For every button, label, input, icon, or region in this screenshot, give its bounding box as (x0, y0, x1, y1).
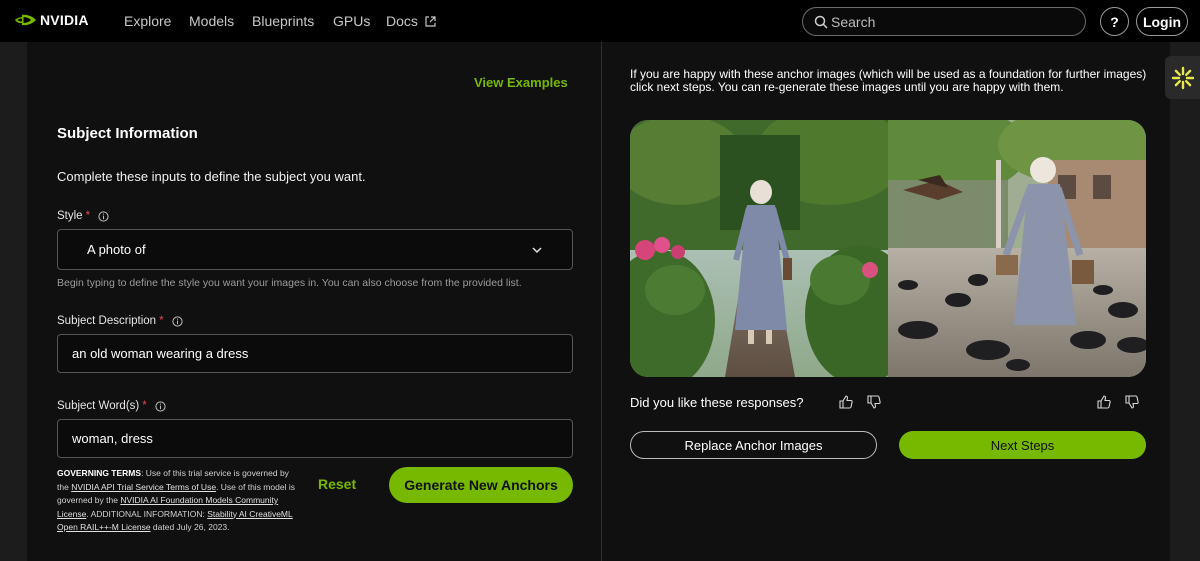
thumbs-down-icon[interactable] (1125, 395, 1139, 409)
plaza-birds-illustration (888, 120, 1146, 377)
search-input[interactable] (831, 13, 1071, 31)
nav-link-docs[interactable]: Docs (386, 13, 436, 29)
logo-text: NVIDIA (40, 12, 89, 28)
right-gutter (1170, 42, 1200, 561)
anchor-image-plaza-birds[interactable] (888, 120, 1146, 377)
nav-link-docs-label: Docs (386, 13, 418, 29)
anchor-images (630, 120, 1146, 377)
info-icon[interactable] (155, 400, 166, 412)
section-description: Complete these inputs to define the subj… (57, 169, 366, 184)
thumbs-up-icon[interactable] (1097, 395, 1111, 409)
governing-terms: GOVERNING TERMS: Use of this trial servi… (57, 467, 297, 535)
generate-new-anchors-button[interactable]: Generate New Anchors (389, 467, 573, 503)
column-divider (601, 42, 602, 561)
subject-words-label: Subject Word(s) * (57, 400, 166, 412)
section-title: Subject Information (57, 125, 198, 142)
required-mark: * (159, 315, 164, 327)
assistant-sparkle-icon (1171, 66, 1194, 89)
garden-path-illustration (630, 120, 888, 377)
left-gutter (0, 42, 27, 561)
anchor-instructions: If you are happy with these anchor image… (630, 67, 1147, 94)
reset-button[interactable]: Reset (318, 476, 356, 492)
terms-heading: GOVERNING TERMS (57, 468, 142, 478)
next-steps-button[interactable]: Next Steps (899, 431, 1146, 459)
search-box[interactable] (802, 7, 1086, 36)
nvidia-logo[interactable]: NVIDIA (14, 12, 89, 28)
style-select-value: A photo of (87, 242, 146, 257)
nav-link-blueprints[interactable]: Blueprints (252, 13, 314, 29)
nav-link-models[interactable]: Models (189, 13, 234, 29)
thumbs-up-icon[interactable] (839, 395, 853, 409)
subject-description-label-text: Subject Description (57, 315, 157, 327)
style-label-text: Style (57, 210, 83, 222)
feedback-question: Did you like these responses? (630, 395, 804, 410)
external-link-icon (425, 16, 436, 27)
top-navbar: NVIDIA Explore Models Blueprints GPUs Do… (0, 0, 1200, 42)
search-icon (814, 15, 828, 29)
view-examples-link[interactable]: View Examples (474, 75, 568, 90)
anchor-image-garden-path[interactable] (630, 120, 888, 377)
nav-link-explore[interactable]: Explore (124, 13, 171, 29)
required-mark: * (142, 400, 147, 412)
subject-description-input[interactable] (57, 334, 573, 373)
terms-text: dated July 26, 2023. (150, 522, 230, 532)
help-button[interactable]: ? (1100, 7, 1129, 36)
replace-anchor-images-button[interactable]: Replace Anchor Images (630, 431, 877, 459)
chevron-down-icon (532, 247, 542, 254)
nav-link-gpus[interactable]: GPUs (333, 13, 370, 29)
style-select[interactable]: A photo of (57, 229, 573, 270)
login-button[interactable]: Login (1136, 7, 1188, 36)
subject-words-input[interactable] (57, 419, 573, 458)
info-icon[interactable] (171, 315, 183, 327)
subject-description-label: Subject Description * (57, 315, 183, 327)
subject-words-label-text: Subject Word(s) (57, 400, 140, 412)
trial-terms-link[interactable]: NVIDIA API Trial Service Terms of Use (71, 482, 216, 492)
style-hint: Begin typing to define the style you wan… (57, 277, 522, 289)
required-mark: * (85, 210, 91, 222)
terms-text: . ADDITIONAL INFORMATION: (86, 508, 208, 519)
info-icon[interactable] (98, 210, 109, 222)
style-label: Style * (57, 210, 109, 222)
thumbs-down-icon[interactable] (867, 395, 881, 409)
nvidia-logo-icon (15, 14, 36, 26)
assistant-widget-button[interactable] (1165, 56, 1200, 99)
